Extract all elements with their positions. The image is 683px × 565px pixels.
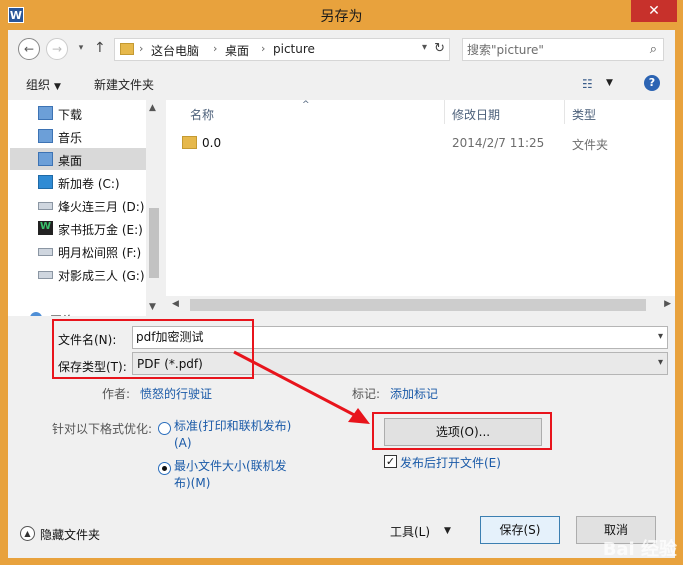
view-dropdown-icon[interactable]: ▼ [606, 78, 613, 88]
recent-locations-icon[interactable]: ▾ [70, 38, 92, 60]
sidebar-item-network[interactable]: 网络 [10, 308, 146, 316]
tools-dropdown-icon[interactable]: ▼ [444, 526, 451, 536]
radio-standard-label[interactable]: 标准(打印和联机发布)(A) [174, 418, 300, 452]
address-dropdown-icon[interactable]: ▾ [422, 42, 427, 53]
optimize-label: 针对以下格式优化: [52, 422, 153, 436]
chevron-down-icon: ▼ [54, 82, 61, 92]
breadcrumb-picture[interactable]: picture [273, 42, 315, 56]
search-box[interactable]: ⌕ [462, 38, 664, 61]
highlight-box-options [372, 412, 552, 450]
scroll-up-icon[interactable]: ▲ [149, 103, 156, 113]
new-folder-button[interactable]: 新建文件夹 [94, 76, 154, 93]
filename-dropdown-icon[interactable]: ▾ [658, 331, 663, 342]
sidebar-item-desktop[interactable]: 桌面 [10, 148, 146, 170]
drive-icon [38, 202, 53, 210]
horizontal-scroll-thumb[interactable] [190, 299, 646, 311]
tags-value[interactable]: 添加标记 [390, 385, 438, 402]
file-type: 文件夹 [572, 138, 609, 152]
scroll-left-icon[interactable]: ◀ [172, 299, 179, 309]
forward-button[interactable]: → [46, 38, 68, 60]
column-header-name[interactable]: 名称 [190, 106, 214, 123]
folder-icon [120, 43, 134, 55]
file-list: ^ 名称 修改日期 类型 0.0 2014/2/7 11:25 文件夹 [166, 100, 675, 316]
view-options-icon[interactable]: ☷ [582, 77, 593, 91]
breadcrumb-desktop[interactable]: 桌面 [225, 42, 249, 59]
sidebar-item-downloads[interactable]: 下载 [10, 102, 146, 124]
sort-ascending-icon: ^ [302, 100, 310, 110]
up-button[interactable]: ↑ [94, 40, 106, 56]
music-folder-icon [38, 129, 53, 143]
author-value[interactable]: 愤怒的行驶证 [140, 385, 212, 402]
radio-standard[interactable] [158, 422, 171, 435]
tags-label: 标记: [352, 387, 381, 401]
filetype-dropdown-icon[interactable]: ▾ [658, 357, 663, 368]
app-drive-icon: W [38, 221, 53, 235]
search-input[interactable] [467, 41, 637, 58]
drive-icon [38, 248, 53, 256]
file-date: 2014/2/7 11:25 [452, 136, 545, 150]
address-bar[interactable]: › 这台电脑 › 桌面 › picture ▾ ↻ [114, 38, 450, 61]
navigation-bar: ← → ▾ ↑ › 这台电脑 › 桌面 › picture ▾ ↻ ⌕ [8, 30, 675, 68]
folder-icon [182, 136, 197, 149]
refresh-icon[interactable]: ↻ [434, 41, 445, 56]
highlight-box-filename [52, 319, 254, 379]
sidebar-item-music[interactable]: 音乐 [10, 125, 146, 147]
watermark: Bai 经验 [602, 539, 677, 560]
scroll-right-icon[interactable]: ▶ [664, 299, 671, 309]
navigation-pane: 下载 音乐 桌面 新加卷 (C:) 烽火连三月 (D:) W 家书抵万金 (E:… [8, 100, 162, 316]
desktop-folder-icon [38, 152, 53, 166]
save-as-dialog: ← → ▾ ↑ › 这台电脑 › 桌面 › picture ▾ ↻ ⌕ 组织▼ … [8, 30, 675, 558]
search-icon[interactable]: ⌕ [650, 42, 657, 57]
title-bar: W 另存为 ✕ [0, 0, 683, 30]
save-button[interactable]: 保存(S) [480, 516, 560, 544]
column-header-type[interactable]: 类型 [572, 106, 596, 123]
file-row[interactable]: 0.0 2014/2/7 11:25 文件夹 [178, 132, 668, 154]
command-bar: 组织 ▼ 新建文件夹 ☷ ▼ ? [8, 68, 675, 100]
window-title: 另存为 [320, 9, 363, 25]
sidebar-item-drive-g[interactable]: 对影成三人 (G:) [10, 263, 146, 285]
sidebar-item-drive-d[interactable]: 烽火连三月 (D:) [10, 194, 146, 216]
network-icon [30, 312, 42, 316]
author-label: 作者: [102, 387, 131, 401]
radio-minimum-label[interactable]: 最小文件大小(联机发布)(M) [174, 458, 294, 492]
open-after-label[interactable]: 发布后打开文件(E) [400, 454, 501, 471]
sidebar-item-drive-e[interactable]: W 家书抵万金 (E:) [10, 217, 146, 239]
drive-icon [38, 271, 53, 279]
breadcrumb-this-pc[interactable]: 这台电脑 [151, 42, 199, 59]
column-header-date[interactable]: 修改日期 [452, 106, 500, 123]
tools-button[interactable]: 工具(L) [390, 523, 430, 540]
hide-folders-label: 隐藏文件夹 [40, 528, 101, 542]
scroll-down-icon[interactable]: ▼ [149, 302, 156, 312]
file-name: 0.0 [202, 136, 222, 150]
windows-drive-icon [38, 175, 53, 189]
file-list-scrollbar[interactable]: ◀ ▶ [166, 296, 675, 316]
organize-button[interactable]: 组织 ▼ [26, 76, 61, 93]
open-after-checkbox[interactable]: ✓ [384, 455, 397, 468]
download-folder-icon [38, 106, 53, 120]
sidebar-item-drive-c[interactable]: 新加卷 (C:) [10, 171, 146, 193]
back-button[interactable]: ← [18, 38, 40, 60]
chevron-up-icon: ▲ [20, 526, 35, 541]
help-icon[interactable]: ? [644, 75, 660, 91]
close-button[interactable]: ✕ [631, 0, 677, 22]
sidebar-scrollbar[interactable]: ▲ ▼ [146, 100, 162, 316]
sidebar-item-drive-f[interactable]: 明月松间照 (F:) [10, 240, 146, 262]
sidebar-scroll-thumb[interactable] [149, 208, 159, 278]
radio-minimum[interactable] [158, 462, 171, 475]
